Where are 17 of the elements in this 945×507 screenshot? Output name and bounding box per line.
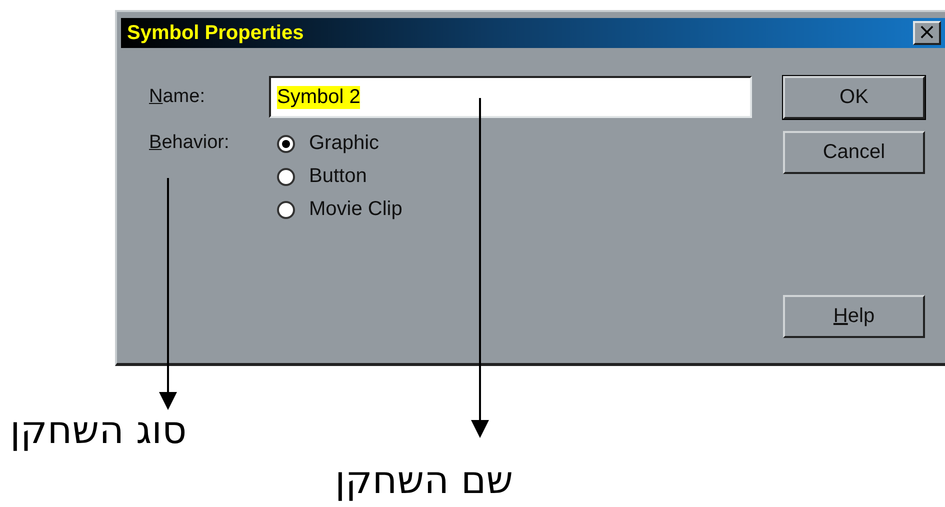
- name-input-field[interactable]: Symbol 2: [269, 76, 752, 118]
- close-button[interactable]: ×: [913, 21, 941, 45]
- annotation-text: סוג השחקן: [10, 408, 187, 452]
- radio-label: Graphic: [309, 132, 380, 155]
- dialog-button[interactable]: OK: [783, 76, 925, 119]
- behavior-label: Behavior:: [149, 132, 230, 155]
- name-label: Name:: [149, 85, 206, 109]
- radio-button[interactable]: [277, 168, 295, 186]
- radio-button[interactable]: [277, 200, 295, 218]
- name-value: Symbol 2: [277, 86, 360, 108]
- dialog-button[interactable]: Cancel: [783, 131, 925, 174]
- radio-label: Movie Clip: [309, 198, 402, 221]
- dialog-button[interactable]: Help: [783, 295, 925, 338]
- radio-button[interactable]: [277, 134, 295, 152]
- window-title: Symbol Properties: [127, 22, 304, 44]
- radio-label: Button: [309, 165, 367, 188]
- annotation-text: שם השחקן: [335, 458, 514, 502]
